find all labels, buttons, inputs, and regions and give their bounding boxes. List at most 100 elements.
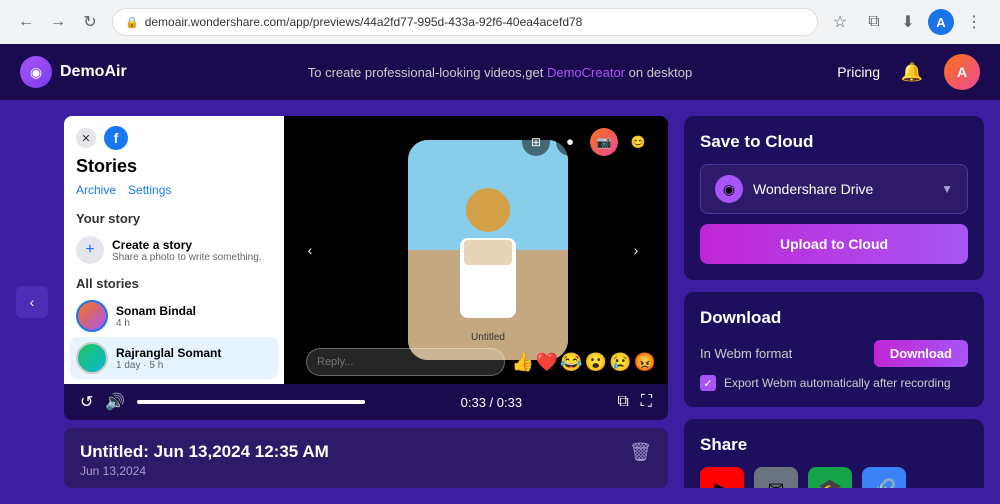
progress-bar[interactable] [137,400,365,404]
browser-actions: ☆ ⧉ ⬇ A ⋮ [826,8,988,36]
fb-settings-link[interactable]: Settings [128,183,171,197]
video-controls: ↺ 🔊 0:33 / 0:33 ⧉ ⛶ [64,384,668,420]
share-youtube-button[interactable]: ▶ [700,467,744,488]
drive-icon: ◉ [715,175,743,203]
right-panel: Save to Cloud ◉ Wondershare Drive ▼ Uplo… [684,116,984,488]
browser-profile[interactable]: A [928,9,954,35]
header-promo: To create professional-looking videos,ge… [308,65,692,80]
share-classroom-button[interactable]: 🎓 [808,467,852,488]
url-text: demoair.wondershare.com/app/previews/44a… [145,15,583,29]
address-bar[interactable]: 🔒 demoair.wondershare.com/app/previews/4… [112,8,818,36]
drive-select[interactable]: ◉ Wondershare Drive ▼ [700,164,968,214]
download-title: Download [700,308,968,328]
next-arrow-button[interactable]: › [620,234,652,266]
export-label: Export Webm automatically after recordin… [724,376,951,390]
fb-story-avatar-2 [76,342,108,374]
haha-emoji[interactable]: 😂 [560,352,582,373]
sad-emoji[interactable]: 😢 [609,352,631,373]
facebook-overlay: ✕ f Stories Archive Settings Your story … [64,116,284,384]
fb-story-avatar-1 [76,300,108,332]
fb-story-name-2: Rajranglal Somant [116,346,221,360]
fb-create-story[interactable]: + Create a story Share a photo to write … [64,230,284,270]
heart-emoji[interactable]: ❤️ [536,352,558,373]
chevron-down-icon: ▼ [941,182,953,196]
export-row: ✓ Export Webm automatically after record… [700,375,968,391]
logo-area[interactable]: ◉ DemoAir [20,56,127,88]
app-header: ◉ DemoAir To create professional-looking… [0,44,1000,100]
fb-story-name-1: Sonam Bindal [116,304,196,318]
fb-logo-icon: f [104,126,128,150]
video-title: Untitled: Jun 13,2024 12:35 AM [80,442,329,462]
header-right: Pricing 🔔 A [837,54,980,90]
progress-fill [137,400,365,404]
face-icon[interactable]: 😊 [624,128,652,156]
reply-input[interactable] [306,348,505,376]
democreator-link[interactable]: DemoCreator [547,65,625,80]
collapse-button[interactable]: ‹ [16,286,48,318]
fb-close-button[interactable]: ✕ [76,128,96,148]
download-format: In Webm format [700,346,792,361]
video-title-area: Untitled: Jun 13,2024 12:35 AM Jun 13,20… [80,442,329,478]
angry-emoji[interactable]: 😡 [634,352,656,373]
main-content: ‹ ✕ f Stories Archive Settings Your stor… [0,100,1000,504]
promo-text: To create professional-looking videos,ge… [308,65,544,80]
fullscreen-button[interactable]: ⛶ [641,393,652,411]
fb-header: ✕ f [64,116,284,156]
wow-emoji[interactable]: 😮 [585,352,607,373]
forward-button[interactable]: → [44,8,72,36]
delete-button[interactable]: 🗑 [629,442,652,463]
back-button[interactable]: ← [12,8,40,36]
logo-icon: ◉ [20,56,52,88]
video-wrapper: ✕ f Stories Archive Settings Your story … [64,116,668,384]
fb-stories-title: Stories [64,156,284,181]
export-checkbox[interactable]: ✓ [700,375,716,391]
video-thumbnail: Untitled [408,140,568,360]
time-display: 0:33 / 0:33 [377,395,605,410]
notifications-button[interactable]: 🔔 [896,56,928,88]
record-icon[interactable]: ⏺ [556,128,584,156]
grid-icon[interactable]: ⊞ [522,128,550,156]
video-top-controls: ⊞ ⏺ 📷 😊 [522,128,652,156]
left-panel: ‹ [16,116,48,488]
fb-create-label: Create a story [112,238,262,252]
fb-story-item-2[interactable]: Rajranglal Somant 1 day · 5 h [70,337,278,379]
download-row: In Webm format Download [700,340,968,367]
bookmark-button[interactable]: ☆ [826,8,854,36]
phone-inner: Untitled [408,140,568,360]
save-cloud-title: Save to Cloud [700,132,968,152]
fb-archive-link[interactable]: Archive [76,183,116,197]
extensions-button[interactable]: ⧉ [860,8,888,36]
reaction-bar: 👍 ❤️ 😂 😮 😢 😡 [294,348,668,376]
video-date: Jun 13,2024 [80,464,329,478]
video-info: Untitled: Jun 13,2024 12:35 AM Jun 13,20… [64,428,668,488]
download-button[interactable]: Download [874,340,968,367]
like-emoji[interactable]: 👍 [511,352,533,373]
share-card: Share ▶ ✉ 🎓 🔗 [684,419,984,488]
fb-create-text-area: Create a story Share a photo to write so… [112,238,262,263]
camera-icon[interactable]: 📷 [590,128,618,156]
svg-text:Untitled: Untitled [471,332,505,343]
fb-create-circle-icon: + [76,236,104,264]
fb-story-time-1: 4 h [116,318,196,329]
fb-story-item-1[interactable]: Sonam Bindal 4 h [64,295,284,337]
phone-screen: Untitled [388,116,588,384]
menu-button[interactable]: ⋮ [960,8,988,36]
share-link-button[interactable]: 🔗 [862,467,906,488]
volume-button[interactable]: 🔊 [105,392,125,412]
app-logo-text: DemoAir [60,63,127,81]
pricing-button[interactable]: Pricing [837,64,880,80]
promo-suffix: on desktop [629,65,693,80]
replay-button[interactable]: ↺ [80,392,93,412]
fb-story-item-3[interactable]: Sneha Kasut 1 day · 3 h [64,379,284,384]
share-email-button[interactable]: ✉ [754,467,798,488]
download-button[interactable]: ⬇ [894,8,922,36]
save-cloud-card: Save to Cloud ◉ Wondershare Drive ▼ Uplo… [684,116,984,280]
fb-create-sublabel: Share a photo to write something. [112,252,262,263]
pip-button[interactable]: ⧉ [617,393,628,411]
reload-button[interactable]: ↻ [76,8,104,36]
upload-to-cloud-button[interactable]: Upload to Cloud [700,224,968,264]
download-card: Download In Webm format Download ✓ Expor… [684,292,984,407]
prev-arrow-button[interactable]: ‹ [294,234,326,266]
fb-story-info-1: Sonam Bindal 4 h [116,304,196,329]
user-avatar[interactable]: A [944,54,980,90]
